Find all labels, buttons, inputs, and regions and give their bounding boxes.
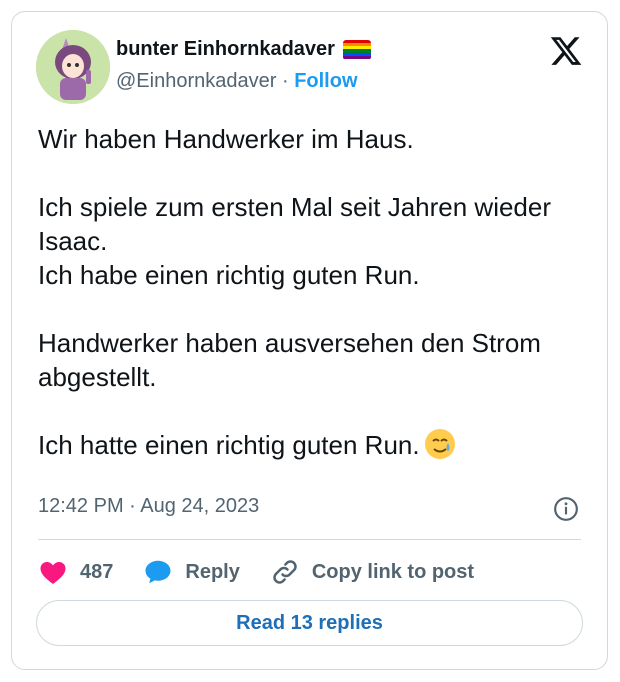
timestamp[interactable]: 12:42 PM · Aug 24, 2023 [38,495,259,518]
read-replies-label: Read 13 replies [236,611,383,634]
info-icon[interactable] [553,496,579,522]
author-name[interactable]: bunter Einhornkadaver [116,38,335,61]
action-bar: 487 Reply Copy link to post [38,557,504,587]
like-count: 487 [80,560,114,583]
x-logo-icon[interactable] [549,34,583,68]
handle-row: @Einhornkadaver · Follow [116,70,358,93]
reply-button[interactable]: Reply [143,557,240,587]
author-row: bunter Einhornkadaver [116,38,371,61]
avatar[interactable] [36,30,110,104]
like-button[interactable]: 487 [38,557,113,587]
tweet-body: Wir haben Handwerker im Haus. Ich spiele… [38,124,552,460]
heart-icon [40,562,66,584]
author-handle[interactable]: @Einhornkadaver [116,70,276,92]
tweet-text: Wir haben Handwerker im Haus. Ich spiele… [38,122,588,462]
copy-link-label: Copy link to post [311,560,475,583]
rainbow-flag-icon [342,39,371,60]
read-replies-button[interactable]: Read 13 replies [36,600,583,646]
link-icon [273,560,297,584]
copy-link-button[interactable]: Copy link to post [270,557,474,587]
follow-button[interactable]: Follow [294,70,357,92]
reply-label: Reply [185,560,240,583]
divider [38,539,581,540]
speech-bubble-icon [145,560,171,584]
face-holding-back-tears-emoji [424,429,455,459]
handle-separator: · [281,70,289,92]
tweet-card: bunter Einhornkadaver @Einhornkadaver · … [11,11,608,670]
